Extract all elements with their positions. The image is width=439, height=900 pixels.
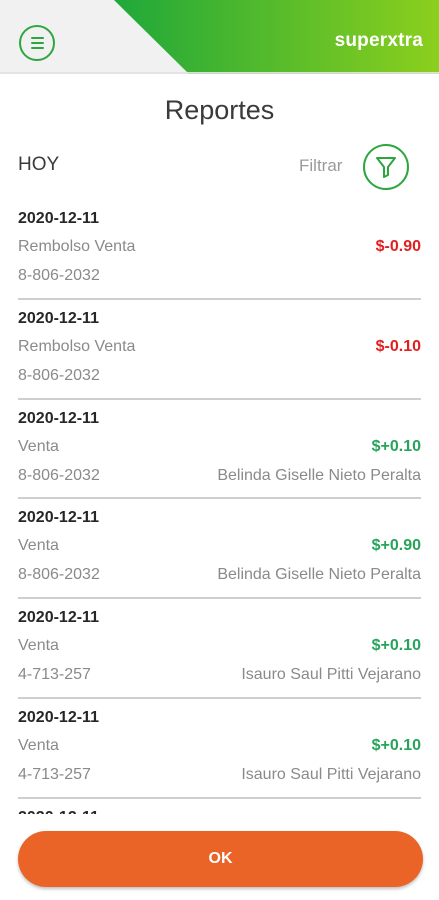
ok-button[interactable]: OK xyxy=(18,831,423,887)
app-header: superxtra xyxy=(0,0,439,74)
hamburger-menu-icon[interactable] xyxy=(19,25,55,61)
transaction-date: 2020-12-11 xyxy=(18,409,99,427)
transaction-type: Venta xyxy=(18,736,59,754)
transaction-code: 4-713-257 xyxy=(18,765,91,783)
transaction-row[interactable]: 2020-12-11 Venta $+0.90 8-806-2032 Belin… xyxy=(18,499,421,600)
transaction-amount: $+0.90 xyxy=(371,537,421,555)
brand-logo-text: superxtra xyxy=(334,30,423,51)
transaction-code: 8-806-2032 xyxy=(18,267,100,284)
transaction-person: Isauro Saul Pitti Vejarano xyxy=(241,765,421,783)
transaction-type: Venta xyxy=(18,637,59,655)
transaction-person: Isauro Saul Pitti Vejarano xyxy=(241,666,421,684)
transaction-code: 4-713-257 xyxy=(18,666,91,684)
transaction-code: 8-806-2032 xyxy=(18,466,100,484)
header-shadow xyxy=(0,72,439,74)
transaction-row[interactable]: 2020-12-11 Venta $+0.10 8-806-2032 Belin… xyxy=(18,400,421,500)
transaction-date: 2020-12-11 xyxy=(18,809,99,814)
transaction-date: 2020-12-11 xyxy=(18,309,99,327)
transaction-date: 2020-12-11 xyxy=(18,509,99,527)
transaction-type: Venta xyxy=(18,537,59,555)
transaction-code: 8-806-2032 xyxy=(18,366,100,384)
transaction-row[interactable]: 2020-12-11 Rembolso Venta $-0.90 8-806-2… xyxy=(18,200,421,300)
transaction-date: 2020-12-11 xyxy=(18,609,99,627)
funnel-icon[interactable] xyxy=(363,144,409,190)
transaction-type: Rembolso Venta xyxy=(18,238,136,255)
transaction-amount: $-0.90 xyxy=(375,238,421,255)
transaction-date: 2020-12-11 xyxy=(18,708,99,726)
transaction-amount: $+0.10 xyxy=(371,637,421,655)
transaction-type: Rembolso Venta xyxy=(18,337,136,355)
transaction-person: Belinda Giselle Nieto Peralta xyxy=(217,566,421,584)
transaction-row[interactable]: 2020-12-11 xyxy=(18,799,421,814)
transaction-amount: $+0.10 xyxy=(371,437,421,455)
transaction-code: 8-806-2032 xyxy=(18,566,100,584)
transaction-type: Venta xyxy=(18,437,59,455)
filter-label[interactable]: Filtrar xyxy=(299,156,342,176)
transaction-amount: $-0.10 xyxy=(375,337,421,355)
period-label: HOY xyxy=(18,154,60,175)
transaction-row[interactable]: 2020-12-11 Venta $+0.10 4-713-257 Isauro… xyxy=(18,699,421,799)
transaction-person: Belinda Giselle Nieto Peralta xyxy=(217,466,421,484)
transaction-amount: $+0.10 xyxy=(371,736,421,754)
transaction-row[interactable]: 2020-12-11 Rembolso Venta $-0.10 8-806-2… xyxy=(18,300,421,400)
transaction-row[interactable]: 2020-12-11 Venta $+0.10 4-713-257 Isauro… xyxy=(18,599,421,699)
transactions-list[interactable]: 2020-12-11 Rembolso Venta $-0.90 8-806-2… xyxy=(0,200,439,814)
transaction-date: 2020-12-11 xyxy=(18,210,99,227)
page-title: Reportes xyxy=(164,95,275,125)
